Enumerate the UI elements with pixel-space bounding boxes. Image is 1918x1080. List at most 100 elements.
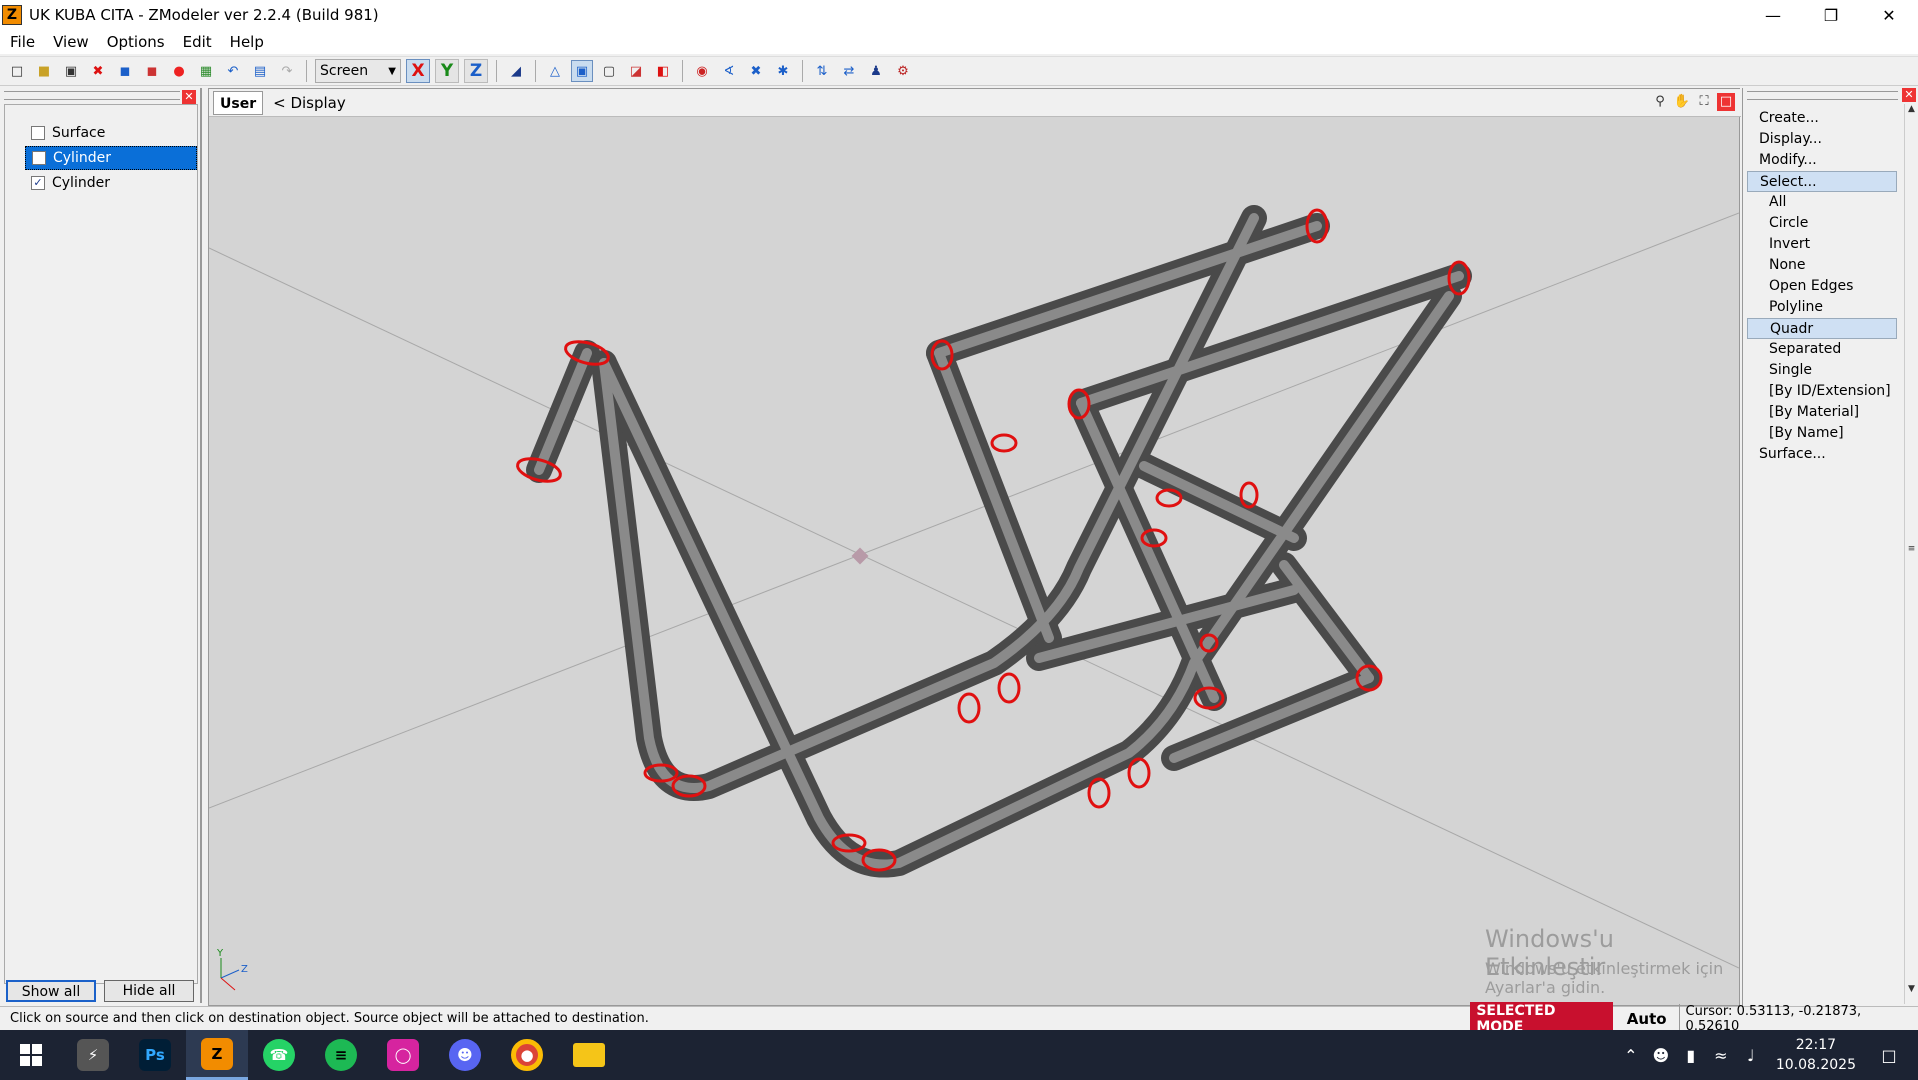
menu-file[interactable]: File	[0, 33, 44, 51]
axis-x-toggle[interactable]: X	[406, 59, 430, 83]
minimize-button[interactable]: —	[1744, 0, 1802, 30]
select-separated[interactable]: Separated	[1747, 339, 1897, 360]
close-panel-icon[interactable]: ✕	[182, 90, 196, 104]
new-file-icon[interactable]: □	[6, 60, 28, 82]
viewport-tools: ⚲ ✋ ⛶ □	[1651, 93, 1735, 111]
title-bar: Z UK KUBA CITA - ZModeler ver 2.2.4 (Bui…	[0, 0, 1918, 30]
auto-toggle[interactable]: Auto	[1627, 1010, 1667, 1028]
folder-icon	[573, 1043, 605, 1067]
clock[interactable]: 22:17 10.08.2025	[1776, 1035, 1856, 1075]
close-button[interactable]: ✕	[1860, 0, 1918, 30]
select-by-name[interactable]: [By Name]	[1747, 423, 1897, 444]
command-select[interactable]: Select...	[1747, 171, 1897, 192]
scroll-grip-icon[interactable]: ≡	[1905, 544, 1918, 554]
maximize-viewport-icon[interactable]: □	[1717, 93, 1735, 111]
detach-icon[interactable]: ⇄	[838, 60, 860, 82]
3d-viewport[interactable]: User < Display ⚲ ✋ ⛶ □ Y Z Windows'u Etk…	[208, 88, 1741, 1006]
viewport-user-tab[interactable]: User	[213, 90, 264, 115]
select-by-material[interactable]: [By Material]	[1747, 402, 1897, 423]
select-by-id-extension[interactable]: [By ID/Extension]	[1747, 381, 1897, 402]
discord-tray-icon[interactable]: ☻	[1646, 1046, 1676, 1065]
fit-view-icon[interactable]: ⛶	[1695, 93, 1713, 111]
menu-help[interactable]: Help	[221, 33, 273, 51]
walker-icon[interactable]: ♟	[865, 60, 887, 82]
chevron-up-icon[interactable]: ⌃	[1616, 1046, 1646, 1065]
coord-mode-select[interactable]: Screen ▼	[315, 59, 401, 83]
battery-icon[interactable]: ▮	[1676, 1046, 1706, 1065]
properties-icon[interactable]: ▤	[249, 60, 271, 82]
object-item-surface[interactable]: Surface	[25, 121, 197, 145]
command-create[interactable]: Create...	[1747, 108, 1897, 129]
object-item-cylinder-selected[interactable]: Cylinder	[25, 146, 197, 170]
panel-grip[interactable]	[4, 91, 180, 100]
select-polyline[interactable]: Polyline	[1747, 297, 1897, 318]
close-panel-icon[interactable]: ✕	[1902, 88, 1916, 102]
tools-menu-icon[interactable]: ⚙	[892, 60, 914, 82]
axis-move-icon[interactable]: ∢	[718, 60, 740, 82]
restore-button[interactable]: ❐	[1802, 0, 1860, 30]
show-all-button[interactable]: Show all	[6, 980, 96, 1002]
taskbar-instagram[interactable]: ◯	[372, 1030, 434, 1080]
axis-z-toggle[interactable]: Z	[464, 59, 488, 83]
command-display[interactable]: Display...	[1747, 129, 1897, 150]
axis-y-toggle[interactable]: Y	[435, 59, 459, 83]
volume-icon[interactable]: ♩	[1736, 1046, 1766, 1065]
wifi-icon[interactable]: ≈	[1706, 1046, 1736, 1065]
material-icon[interactable]: ◉	[691, 60, 713, 82]
delete-icon[interactable]: ✖	[87, 60, 109, 82]
select-none[interactable]: None	[1747, 255, 1897, 276]
command-panel-scrollbar[interactable]: ▲ ≡ ▼	[1904, 104, 1918, 1004]
axis-rotate-icon[interactable]: ✖	[745, 60, 767, 82]
taskbar-spotify[interactable]: ≡	[310, 1030, 372, 1080]
attach-icon[interactable]: ⇅	[811, 60, 833, 82]
save-icon[interactable]: ▣	[60, 60, 82, 82]
hide-all-button[interactable]: Hide all	[104, 980, 194, 1002]
taskbar-chrome[interactable]: ●	[496, 1030, 558, 1080]
select-quadr[interactable]: Quadr	[1747, 318, 1897, 339]
polygon-icon[interactable]: ◧	[652, 60, 674, 82]
select-invert[interactable]: Invert	[1747, 234, 1897, 255]
taskbar-app-launcher[interactable]: ⚡	[62, 1030, 124, 1080]
undo-icon[interactable]: ↶	[222, 60, 244, 82]
select-open-edges[interactable]: Open Edges	[1747, 276, 1897, 297]
toolbar-separator	[496, 60, 497, 82]
axis-scale-icon[interactable]: ✱	[772, 60, 794, 82]
clock-date: 10.08.2025	[1775, 1057, 1856, 1073]
command-surface[interactable]: Surface...	[1747, 444, 1897, 465]
vertex-mode-icon[interactable]: △	[544, 60, 566, 82]
taskbar-discord[interactable]: ☻	[434, 1030, 496, 1080]
scroll-down-arrow-icon[interactable]: ▼	[1905, 984, 1918, 994]
bucket-icon[interactable]: ◢	[505, 60, 527, 82]
scroll-up-arrow-icon[interactable]: ▲	[1905, 104, 1918, 114]
box-select-icon[interactable]: ▢	[598, 60, 620, 82]
cube-icon[interactable]: ◪	[625, 60, 647, 82]
zoom-icon[interactable]: ⚲	[1651, 93, 1669, 111]
redo-icon[interactable]: ↷	[276, 60, 298, 82]
visibility-checkbox[interactable]	[32, 151, 46, 165]
select-all[interactable]: All	[1747, 192, 1897, 213]
command-modify[interactable]: Modify...	[1747, 150, 1897, 171]
taskbar-file-explorer[interactable]	[558, 1030, 620, 1080]
object-mode-icon[interactable]: ▣	[571, 60, 593, 82]
menu-edit[interactable]: Edit	[174, 33, 221, 51]
pan-hand-icon[interactable]: ✋	[1673, 93, 1691, 111]
object-item-cylinder[interactable]: ✓ Cylinder	[25, 171, 197, 195]
select-single[interactable]: Single	[1747, 360, 1897, 381]
open-folder-icon[interactable]: ■	[33, 60, 55, 82]
texture-icon[interactable]: ▦	[195, 60, 217, 82]
render-icon[interactable]: ●	[168, 60, 190, 82]
menu-options[interactable]: Options	[98, 33, 174, 51]
viewport-display-toggle[interactable]: < Display	[273, 94, 346, 112]
visibility-checkbox-checked[interactable]: ✓	[31, 176, 45, 190]
taskbar-zmodeler[interactable]: Z	[186, 1030, 248, 1080]
start-button[interactable]	[0, 1030, 62, 1080]
import-icon[interactable]: ◼	[114, 60, 136, 82]
taskbar-photoshop[interactable]: Ps	[124, 1030, 186, 1080]
panel-grip[interactable]	[1747, 91, 1898, 100]
select-circle[interactable]: Circle	[1747, 213, 1897, 234]
notifications-icon[interactable]: □	[1874, 1046, 1904, 1065]
visibility-checkbox[interactable]	[31, 126, 45, 140]
taskbar-whatsapp[interactable]: ☎	[248, 1030, 310, 1080]
export-icon[interactable]: ◼	[141, 60, 163, 82]
menu-view[interactable]: View	[44, 33, 98, 51]
